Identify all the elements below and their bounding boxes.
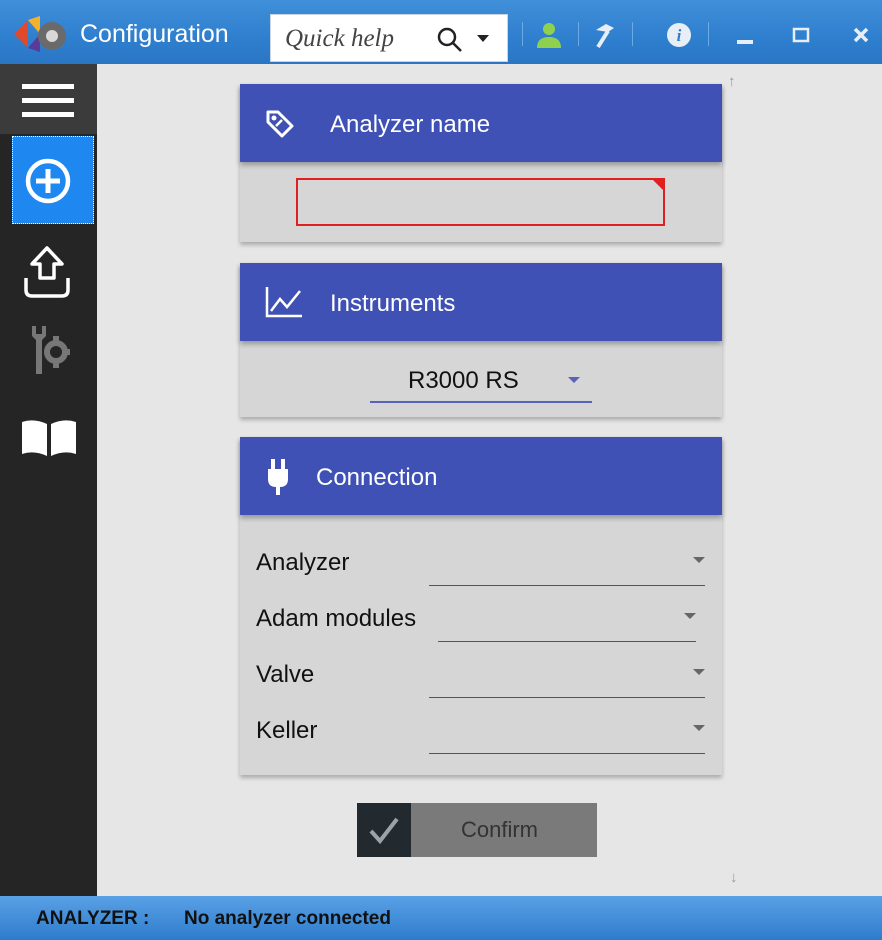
svg-text:i: i: [677, 26, 682, 45]
sidebar-item-menu[interactable]: [0, 64, 97, 134]
connection-row-keller: Keller: [256, 709, 716, 754]
dropdown-arrow-icon: [693, 557, 705, 563]
quick-help-placeholder: Quick help: [285, 25, 394, 52]
sidebar-item-settings[interactable]: [0, 314, 97, 388]
connection-row-analyzer: Analyzer: [256, 541, 716, 586]
hammer-icon[interactable]: [590, 20, 620, 50]
adam-modules-label: Adam modules: [256, 605, 417, 632]
confirm-button[interactable]: Confirm: [357, 803, 597, 857]
toolbar-separator: [522, 22, 523, 46]
connection-header: Connection: [240, 437, 722, 515]
toolbar-separator: [708, 22, 709, 46]
status-value: No analyzer connected: [184, 908, 391, 929]
info-icon[interactable]: i: [664, 20, 694, 50]
sidebar-item-upload[interactable]: [0, 236, 97, 310]
maximize-icon[interactable]: [786, 20, 816, 50]
dropdown-arrow-icon: [693, 725, 705, 731]
tag-icon: [266, 110, 294, 138]
checkmark-icon: [357, 803, 411, 857]
minimize-icon[interactable]: [730, 20, 760, 50]
sidebar-item-manual[interactable]: [0, 404, 97, 478]
scroll-up-arrow-icon[interactable]: ↑: [728, 73, 736, 90]
sidebar-item-add[interactable]: [12, 136, 94, 224]
analyzer-name-input[interactable]: [296, 178, 665, 226]
wrench-gear-icon: [32, 326, 70, 374]
valve-label: Valve: [256, 661, 315, 688]
quick-help-search[interactable]: Quick help: [270, 14, 508, 62]
instrument-selected-value: R3000 RS: [408, 367, 519, 394]
analyzer-label: Analyzer: [256, 549, 350, 576]
instruments-header: Instruments: [240, 263, 722, 341]
connection-card: Connection Analyzer Adam modules Valve K…: [240, 437, 722, 775]
line-chart-icon: [265, 287, 302, 318]
sidebar: [0, 64, 97, 896]
toolbar-separator: [632, 22, 633, 46]
window-title: Configuration: [80, 20, 229, 48]
status-bar: ANALYZER : No analyzer connected: [0, 896, 882, 940]
analyzer-name-title: Analyzer name: [330, 111, 491, 138]
title-bar: Configuration Quick help i: [0, 0, 882, 64]
plus-circle-icon: [25, 158, 71, 204]
connection-title: Connection: [316, 464, 438, 491]
toolbar-separator: [578, 22, 579, 46]
app-logo-icon: [14, 16, 66, 52]
adam-modules-dropdown[interactable]: [438, 597, 696, 642]
dropdown-arrow-icon: [693, 669, 705, 675]
status-key: ANALYZER :: [36, 908, 150, 929]
instruments-title: Instruments: [330, 290, 456, 317]
instrument-dropdown[interactable]: R3000 RS: [370, 363, 592, 403]
connection-row-adam-modules: Adam modules: [256, 597, 716, 642]
analyzer-name-header: Analyzer name: [240, 84, 722, 162]
keller-label: Keller: [256, 717, 318, 744]
confirm-label: Confirm: [461, 817, 539, 842]
validation-error-marker: [652, 179, 664, 191]
close-icon[interactable]: [846, 20, 876, 50]
caret-down-icon[interactable]: [477, 35, 489, 42]
upload-icon: [24, 246, 70, 298]
instruments-card: Instruments R3000 RS: [240, 263, 722, 417]
connection-row-valve: Valve: [256, 653, 716, 698]
valve-dropdown[interactable]: [429, 653, 705, 698]
analyzer-dropdown[interactable]: [429, 541, 705, 586]
dropdown-arrow-icon: [568, 377, 580, 383]
plug-icon: [268, 459, 288, 495]
book-icon: [22, 420, 76, 456]
user-icon[interactable]: [534, 20, 564, 50]
search-icon[interactable]: [435, 25, 465, 55]
keller-dropdown[interactable]: [429, 709, 705, 754]
scroll-down-arrow-icon[interactable]: ↓: [730, 869, 738, 886]
analyzer-name-card: Analyzer name: [240, 84, 722, 242]
hamburger-icon: [22, 84, 74, 117]
dropdown-arrow-icon: [684, 613, 696, 619]
